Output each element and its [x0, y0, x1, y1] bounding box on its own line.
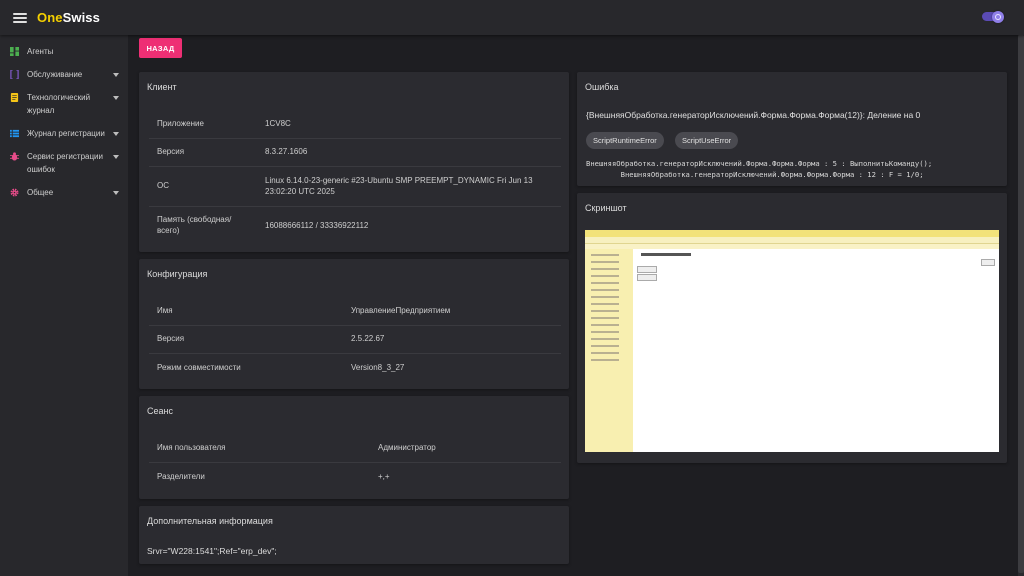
screenshot-titlebar: [585, 230, 999, 237]
main-content: НАЗАД Клиент Приложение 1CV8C Версия 8.3.2…: [128, 35, 1018, 576]
top-app-bar: OneSwiss: [0, 0, 1024, 35]
chevron-down-icon: [113, 132, 119, 136]
bug-icon: [10, 152, 19, 161]
chevron-down-icon: [113, 73, 119, 77]
brackets-icon: [10, 70, 19, 79]
row-value: Администратор: [370, 434, 561, 463]
configuration-card-title: Конфигурация: [147, 269, 208, 279]
list-icon: [10, 129, 19, 138]
chevron-down-icon: [113, 155, 119, 159]
screenshot-card-title: Скриншот: [585, 203, 627, 213]
scrollbar-thumb[interactable]: [1018, 35, 1024, 573]
hamburger-menu-icon[interactable]: [13, 12, 27, 23]
table-row: Режим совместимости Version8_3_27: [149, 353, 561, 381]
additional-info-title: Дополнительная информация: [147, 516, 273, 526]
row-label: Приложение: [149, 110, 257, 139]
sidebar-item-maintenance[interactable]: Обслуживание: [0, 63, 128, 86]
client-table: Приложение 1CV8C Версия 8.3.27.1606 ОС Linu…: [149, 110, 561, 244]
client-card: Клиент Приложение 1CV8C Версия 8.3.27.1606…: [139, 72, 569, 252]
dashboard-icon: [10, 47, 19, 56]
row-value: 2.5.22.67: [343, 325, 561, 354]
sidebar-item-label: Сервис регистрации ошибок: [27, 152, 103, 174]
table-row: Версия 2.5.22.67: [149, 325, 561, 354]
table-row: Разделители +,+: [149, 462, 561, 490]
page-scrollbar[interactable]: [1018, 35, 1024, 576]
screenshot-heading: [641, 253, 691, 256]
toggle-knob-icon: [992, 10, 1004, 23]
row-label: Имя пользователя: [149, 434, 370, 463]
table-row: Имя пользователя Администратор: [149, 434, 561, 463]
table-row: Приложение 1CV8C: [149, 110, 561, 139]
screenshot-tabbar: [585, 237, 999, 244]
row-value: УправлениеПредприятием: [343, 297, 561, 326]
table-row: ОС Linux 6.14.0-23-generic #23-Ubuntu SMP…: [149, 166, 561, 207]
row-label: Разделители: [157, 471, 205, 481]
sidebar-item-label: Общее: [27, 188, 54, 197]
error-stack-line-1: ВнешняяОбработка.генераторИсключений.Фор…: [586, 159, 933, 168]
chevron-down-icon: [113, 191, 119, 195]
table-row: Имя УправлениеПредприятием: [149, 297, 561, 326]
session-card: Сеанс Имя пользователя Администратор Разд…: [139, 396, 569, 499]
screenshot-sidebar: [585, 249, 633, 452]
error-card-title: Ошибка: [585, 82, 619, 92]
app-logo[interactable]: OneSwiss: [37, 10, 100, 25]
sidebar-item-label: Обслуживание: [27, 70, 83, 79]
session-card-title: Сеанс: [147, 406, 173, 416]
sidebar-item-error-service[interactable]: Сервис регистрации ошибок: [0, 145, 128, 181]
row-label: ОС: [149, 166, 257, 207]
table-row: Версия 8.3.27.1606: [149, 138, 561, 167]
additional-info-text: Srvr="W228:1541";Ref="erp_dev";: [147, 546, 277, 556]
screenshot-button: [637, 274, 657, 281]
theme-toggle[interactable]: [982, 10, 1004, 23]
logo-part-two: Swiss: [62, 10, 100, 25]
configuration-table: Имя УправлениеПредприятием Версия 2.5.22.6…: [149, 297, 561, 381]
additional-info-card: Дополнительная информация Srvr="W228:154…: [139, 506, 569, 564]
sidebar-item-agents[interactable]: Агенты: [0, 40, 128, 63]
logo-part-one: One: [37, 10, 63, 25]
sidebar-item-general[interactable]: Общее: [0, 181, 128, 204]
sidebar-item-tech-journal[interactable]: Технологический журнал: [0, 86, 128, 122]
session-table: Имя пользователя Администратор Разделител…: [149, 434, 561, 490]
error-stack-line-2: ВнешняяОбработка.генераторИсключений.Фор…: [586, 170, 924, 179]
screenshot-card: Скриншот: [577, 193, 1007, 463]
chip-script-use-error[interactable]: ScriptUseError: [675, 132, 739, 149]
row-value: Linux 6.14.0-23-generic #23-Ubuntu SMP P…: [257, 166, 561, 207]
screenshot-warning-bar: [585, 244, 999, 249]
row-label: Версия: [149, 325, 343, 354]
sidebar-item-label: Журнал регистрации: [27, 129, 105, 138]
chevron-down-icon: [113, 96, 119, 100]
error-message: {ВнешняяОбработка.генераторИсключений.Фо…: [586, 110, 921, 120]
error-card: Ошибка {ВнешняяОбработка.генераторИсключ…: [577, 72, 1007, 186]
row-value: 16088666112 / 33336922112: [265, 220, 369, 230]
client-card-title: Клиент: [147, 82, 177, 92]
sidebar-item-event-log[interactable]: Журнал регистрации: [0, 122, 128, 145]
row-value: Version8_3_27: [351, 362, 405, 372]
row-value: 8.3.27.1606: [257, 138, 561, 167]
row-label: Версия: [149, 138, 257, 167]
screenshot-button: [981, 259, 995, 266]
sidebar: Агенты Обслуживание Технологический журн…: [0, 35, 128, 576]
row-label: Режим совместимости: [157, 362, 241, 372]
sidebar-item-label: Агенты: [27, 47, 54, 56]
error-screenshot-image[interactable]: [585, 230, 999, 452]
row-value: 1CV8C: [257, 110, 561, 139]
sidebar-item-label: Технологический журнал: [27, 93, 91, 115]
screenshot-button: [637, 266, 657, 273]
back-button[interactable]: НАЗАД: [139, 38, 182, 58]
row-value: +,+: [378, 471, 390, 481]
gear-icon: [10, 188, 19, 197]
chip-script-runtime-error[interactable]: ScriptRuntimeError: [586, 132, 664, 149]
row-label: Память (свободная/всего): [157, 214, 232, 236]
row-label: Имя: [149, 297, 343, 326]
table-row: Память (свободная/всего) 16088666112 / 33…: [149, 206, 561, 244]
configuration-card: Конфигурация Имя УправлениеПредприятием В…: [139, 259, 569, 389]
document-icon: [10, 93, 19, 102]
